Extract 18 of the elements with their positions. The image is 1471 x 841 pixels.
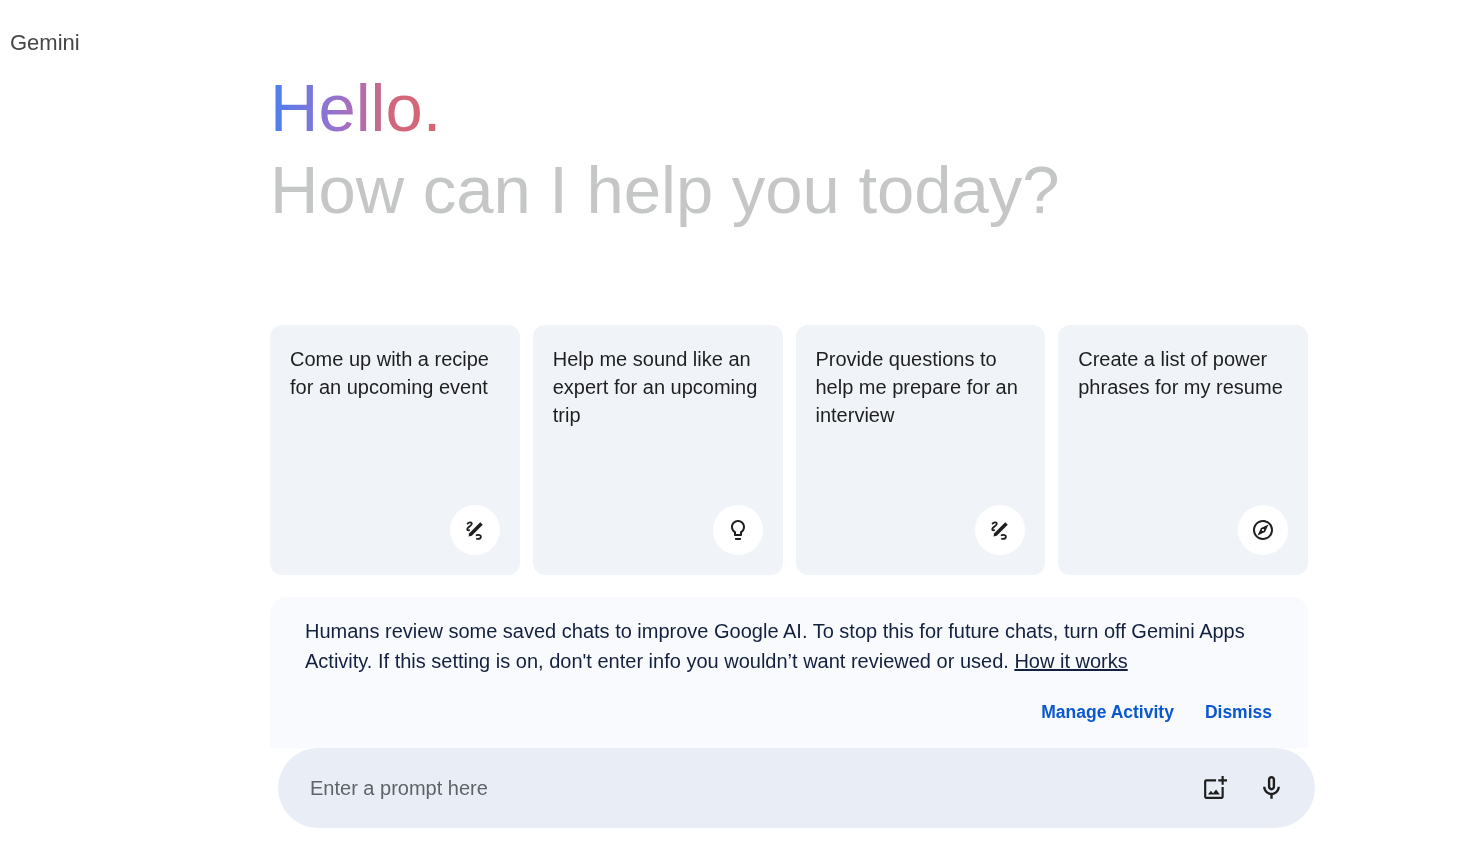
microphone-icon[interactable] [1263,776,1280,800]
notice-action-button[interactable]: Dismiss [1192,692,1284,732]
suggestion-card[interactable]: Help me sound like an expert for an upcoming trip [532,325,783,575]
compass-icon [1238,505,1288,555]
how-it-works-link[interactable]: How it works [1014,650,1128,672]
suggestion-card[interactable]: Come up with a recipe for an upcoming event [270,325,520,575]
pencil-squiggle-icon [975,505,1026,555]
app-title: Gemini [10,30,80,55]
prompt-input[interactable]: Enter a prompt here [308,772,1203,804]
suggestion-card[interactable]: Provide questions to help me prepare for an interview [795,325,1046,575]
greeting-subtitle: How can I help you today? [270,151,1060,229]
suggestion-card[interactable]: Create a list of power phrases for my resume [1058,325,1308,575]
privacy-notice-text: Humans review some saved chats to improve Google AI. To stop this for future chats, turn off Gemini Apps Activity. If this setting is on, don't enter info you wouldn’t want reviewed or used. How it works [305,619,1246,674]
lightbulb-icon [712,505,763,555]
notice-action-button[interactable]: Manage Activity [1029,692,1186,732]
pencil-squiggle-icon [449,505,500,555]
add-image-icon[interactable] [1203,776,1227,800]
prompt-field[interactable]: Enter a prompt here [278,748,1315,828]
